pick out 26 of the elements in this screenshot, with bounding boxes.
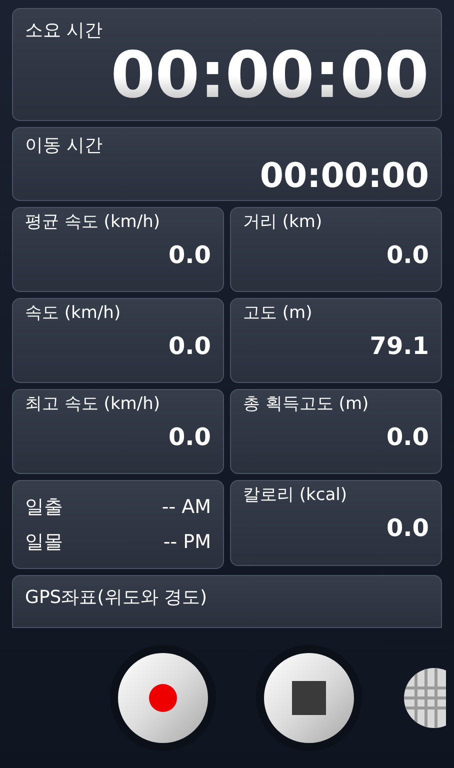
stop-icon xyxy=(292,681,326,715)
moving-time: 00:00:00 xyxy=(260,159,429,193)
elapsed-label: 소요 시간 xyxy=(25,19,104,43)
stat-label: 총 획득고도 (m) xyxy=(243,394,370,416)
stat-label: 칼로리 (kcal) xyxy=(243,485,348,506)
stat-value: 0.0 xyxy=(168,425,211,450)
globe-icon xyxy=(402,666,446,730)
sun-label: 일출 xyxy=(25,494,63,520)
record-icon xyxy=(148,683,178,713)
stat-value: 0.0 xyxy=(386,516,429,540)
globe-button[interactable] xyxy=(402,666,446,730)
stat-label: 평균 속도 (km/h) xyxy=(25,212,161,234)
stat-label: 최고 속도 (km/h) xyxy=(25,394,161,416)
stat-value: 0.0 xyxy=(168,243,211,268)
stat-value: 0.0 xyxy=(168,334,211,358)
moving-label: 이동 시간 xyxy=(25,134,104,158)
stat-value: 79.1 xyxy=(370,334,429,358)
stat-value: 0.0 xyxy=(386,243,429,268)
stat-value: 0.0 xyxy=(386,425,429,450)
gps-label: GPS좌표(위도와 경도) xyxy=(25,587,207,608)
stat-label: 고도 (m) xyxy=(243,303,314,324)
sun-time: -- PM xyxy=(163,530,211,555)
sun-label: 일몰 xyxy=(25,530,63,555)
stat-label: 속도 (km/h) xyxy=(25,303,122,324)
sun-time: -- AM xyxy=(162,494,211,520)
stat-label: 거리 (km) xyxy=(243,212,324,234)
